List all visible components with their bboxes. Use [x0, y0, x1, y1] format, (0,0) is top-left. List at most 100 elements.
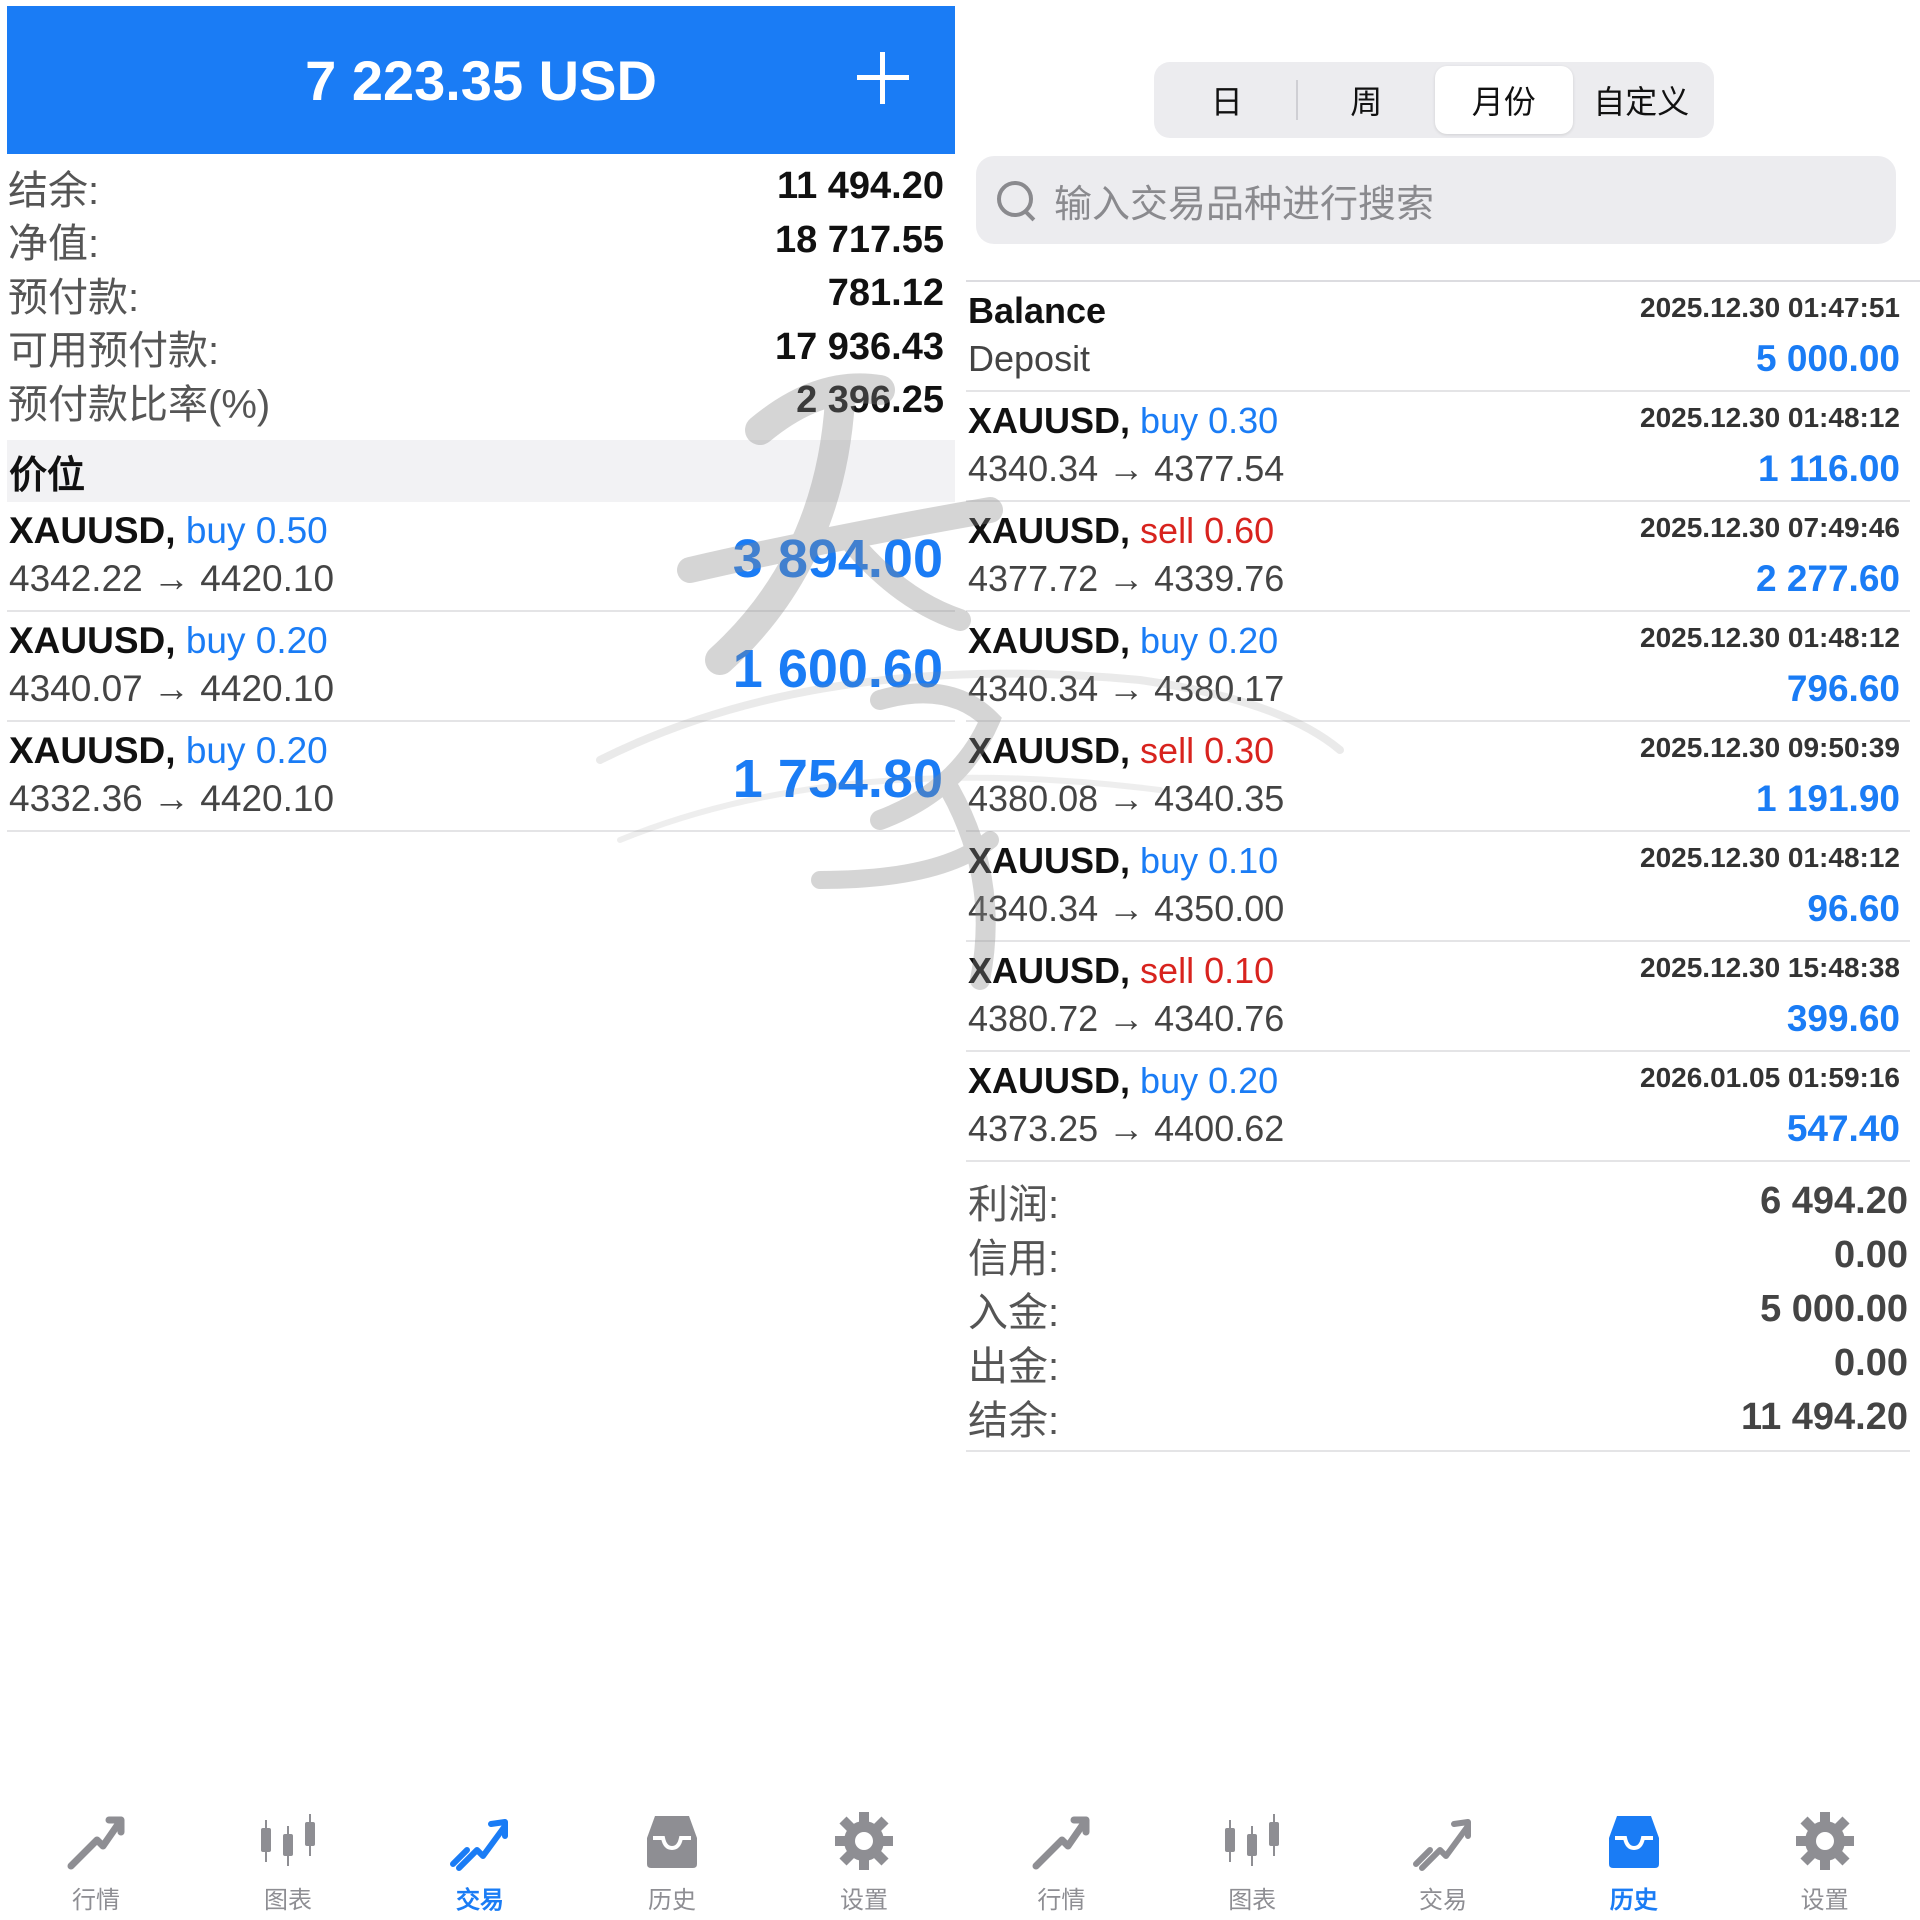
tab-chart[interactable]: 图表: [192, 1800, 384, 1920]
history-symbol: XAUUSD,: [968, 510, 1131, 551]
tab-settings[interactable]: 设置: [1729, 1800, 1920, 1920]
tab-label: 图表: [1228, 1887, 1277, 1914]
position-side: buy: [185, 620, 246, 661]
history-list: Balance Deposit 2025.12.30 01:47:51 5 00…: [966, 282, 1910, 1162]
history-row[interactable]: XAUUSD, buy 0.20 4340.34 → 4380.17 2025.…: [966, 612, 1910, 722]
summary-label: 结余:: [8, 168, 100, 213]
history-row[interactable]: XAUUSD, buy 0.10 4340.34 → 4350.00 2025.…: [966, 832, 1910, 942]
history-symbol: XAUUSD,: [968, 400, 1131, 441]
history-row[interactable]: XAUUSD, sell 0.60 4377.72 → 4339.76 2025…: [966, 502, 1910, 612]
position-volume: 0.50: [255, 510, 328, 551]
history-title: XAUUSD, buy 0.20: [968, 620, 1278, 662]
tab-trade[interactable]: 交易: [1348, 1800, 1539, 1920]
summary-value: 781.12: [827, 272, 944, 315]
tab-quotes[interactable]: 行情: [966, 1800, 1157, 1920]
history-row[interactable]: XAUUSD, sell 0.30 4380.08 → 4340.35 2025…: [966, 722, 1910, 832]
history-row-balance[interactable]: Balance Deposit 2025.12.30 01:47:51 5 00…: [966, 282, 1910, 392]
summary-row: 预付款比率(%) 2 396.25: [8, 374, 944, 428]
tab-label: 历史: [1609, 1887, 1658, 1914]
summary-value: 18 717.55: [774, 218, 944, 261]
summary-row: 可用预付款: 17 936.43: [8, 321, 944, 375]
history-profit: 399.60: [1786, 998, 1900, 1039]
totals-value: 11 494.20: [1741, 1395, 1908, 1438]
position-volume: 0.20: [255, 620, 328, 661]
chart-icon: [1225, 1814, 1280, 1866]
totals-row: 入金: 5 000.00: [968, 1282, 1908, 1336]
totals-label: 出金:: [968, 1345, 1060, 1389]
history-prices: 4340.34 → 4350.00: [968, 888, 1285, 929]
position-prices: 4332.36 → 4420.10: [9, 778, 335, 819]
history-volume: 0.60: [1204, 510, 1275, 551]
summary-label: 可用预付款:: [8, 329, 220, 374]
tab-quotes[interactable]: 行情: [0, 1800, 192, 1920]
tab-trade[interactable]: 交易: [384, 1800, 576, 1920]
tab-label: 行情: [72, 1887, 120, 1914]
summary-value: 11 494.20: [777, 165, 944, 208]
segment-month[interactable]: 月份: [1435, 66, 1573, 134]
summary-label: 预付款:: [8, 275, 140, 320]
plus-icon[interactable]: [851, 46, 915, 110]
history-volume: 0.20: [1208, 1060, 1279, 1101]
tab-settings[interactable]: 设置: [768, 1800, 960, 1920]
section-title: 价位: [9, 454, 86, 497]
position-profit: 1 600.60: [732, 639, 943, 699]
position-row[interactable]: XAUUSD, buy 0.50 4342.22 → 4420.10 3 894…: [7, 502, 955, 612]
divider: [966, 1450, 1910, 1452]
tab-history[interactable]: 历史: [1538, 1800, 1729, 1920]
history-profit: 1 116.00: [1758, 448, 1900, 489]
history-prices: 4340.34 → 4377.54: [968, 448, 1285, 489]
history-time: 2025.12.30 09:50:39: [1640, 732, 1900, 763]
position-row[interactable]: XAUUSD, buy 0.20 4332.36 → 4420.10 1 754…: [7, 722, 955, 832]
tab-label: 历史: [648, 1887, 696, 1914]
history-volume: 0.30: [1204, 730, 1275, 771]
account-summary: 结余: 11 494.20 净值: 18 717.55 预付款: 781.12 …: [8, 160, 944, 428]
history-row[interactable]: XAUUSD, buy 0.20 4373.25 → 4400.62 2026.…: [966, 1052, 1910, 1162]
balance-subtitle: Deposit: [968, 338, 1091, 379]
trade-icon: [450, 1819, 508, 1871]
history-time: 2025.12.30 01:47:51: [1640, 292, 1900, 323]
position-row[interactable]: XAUUSD, buy 0.20 4340.07 → 4420.10 1 600…: [7, 612, 955, 722]
totals-value: 6 494.20: [1760, 1179, 1908, 1222]
history-side: sell: [1140, 730, 1195, 771]
tab-label: 设置: [840, 1887, 888, 1914]
tab-bar: 行情 图表 交易 历史 设置: [966, 1800, 1920, 1920]
history-side: buy: [1140, 840, 1199, 881]
history-profit: 547.40: [1786, 1108, 1900, 1149]
settings-icon: [835, 1812, 893, 1870]
history-time: 2026.01.05 01:59:16: [1640, 1062, 1900, 1093]
history-time: 2025.12.30 01:48:12: [1640, 402, 1900, 433]
tab-label: 交易: [456, 1887, 504, 1914]
history-icon: [1608, 1816, 1659, 1868]
history-prices: 4380.08 → 4340.35: [968, 778, 1285, 819]
history-profit: 796.60: [1786, 668, 1900, 709]
summary-value: 17 936.43: [774, 325, 944, 368]
totals-row: 信用: 0.00: [968, 1228, 1908, 1282]
search-input[interactable]: 输入交易品种进行搜索: [976, 156, 1896, 244]
tab-bar: 行情 图表 交易 历史 设置: [0, 1800, 960, 1920]
history-screen: 日 周 月份 自定义 输入交易品种进行搜索 Balance Deposit 20…: [966, 0, 1920, 1920]
history-prices: 4380.72 → 4340.76: [968, 998, 1285, 1039]
position-symbol: XAUUSD,: [9, 510, 176, 551]
summary-label: 预付款比率(%): [8, 382, 271, 427]
tab-history[interactable]: 历史: [576, 1800, 768, 1920]
quotes-icon: [67, 1816, 125, 1870]
summary-row: 预付款: 781.12: [8, 267, 944, 321]
tab-label: 设置: [1800, 1887, 1849, 1914]
position-title: XAUUSD, buy 0.20: [9, 730, 328, 772]
tab-label: 交易: [1418, 1887, 1467, 1914]
history-prices: 4377.72 → 4339.76: [968, 558, 1285, 599]
tab-chart[interactable]: 图表: [1157, 1800, 1348, 1920]
summary-value: 2 396.25: [796, 379, 944, 422]
totals-value: 0.00: [1834, 1233, 1908, 1276]
segment-day[interactable]: 日: [1158, 66, 1296, 134]
history-amount: 5 000.00: [1755, 338, 1900, 379]
history-row[interactable]: XAUUSD, buy 0.30 4340.34 → 4377.54 2025.…: [966, 392, 1910, 502]
search-icon: [994, 178, 1038, 222]
history-row[interactable]: XAUUSD, sell 0.10 4380.72 → 4340.76 2025…: [966, 942, 1910, 1052]
quotes-icon: [1032, 1816, 1090, 1870]
segment-custom[interactable]: 自定义: [1573, 66, 1711, 134]
segment-week[interactable]: 周: [1298, 66, 1436, 134]
history-time: 2025.12.30 07:49:46: [1640, 512, 1900, 543]
history-symbol: XAUUSD,: [968, 730, 1131, 771]
position-title: XAUUSD, buy 0.20: [9, 620, 328, 662]
